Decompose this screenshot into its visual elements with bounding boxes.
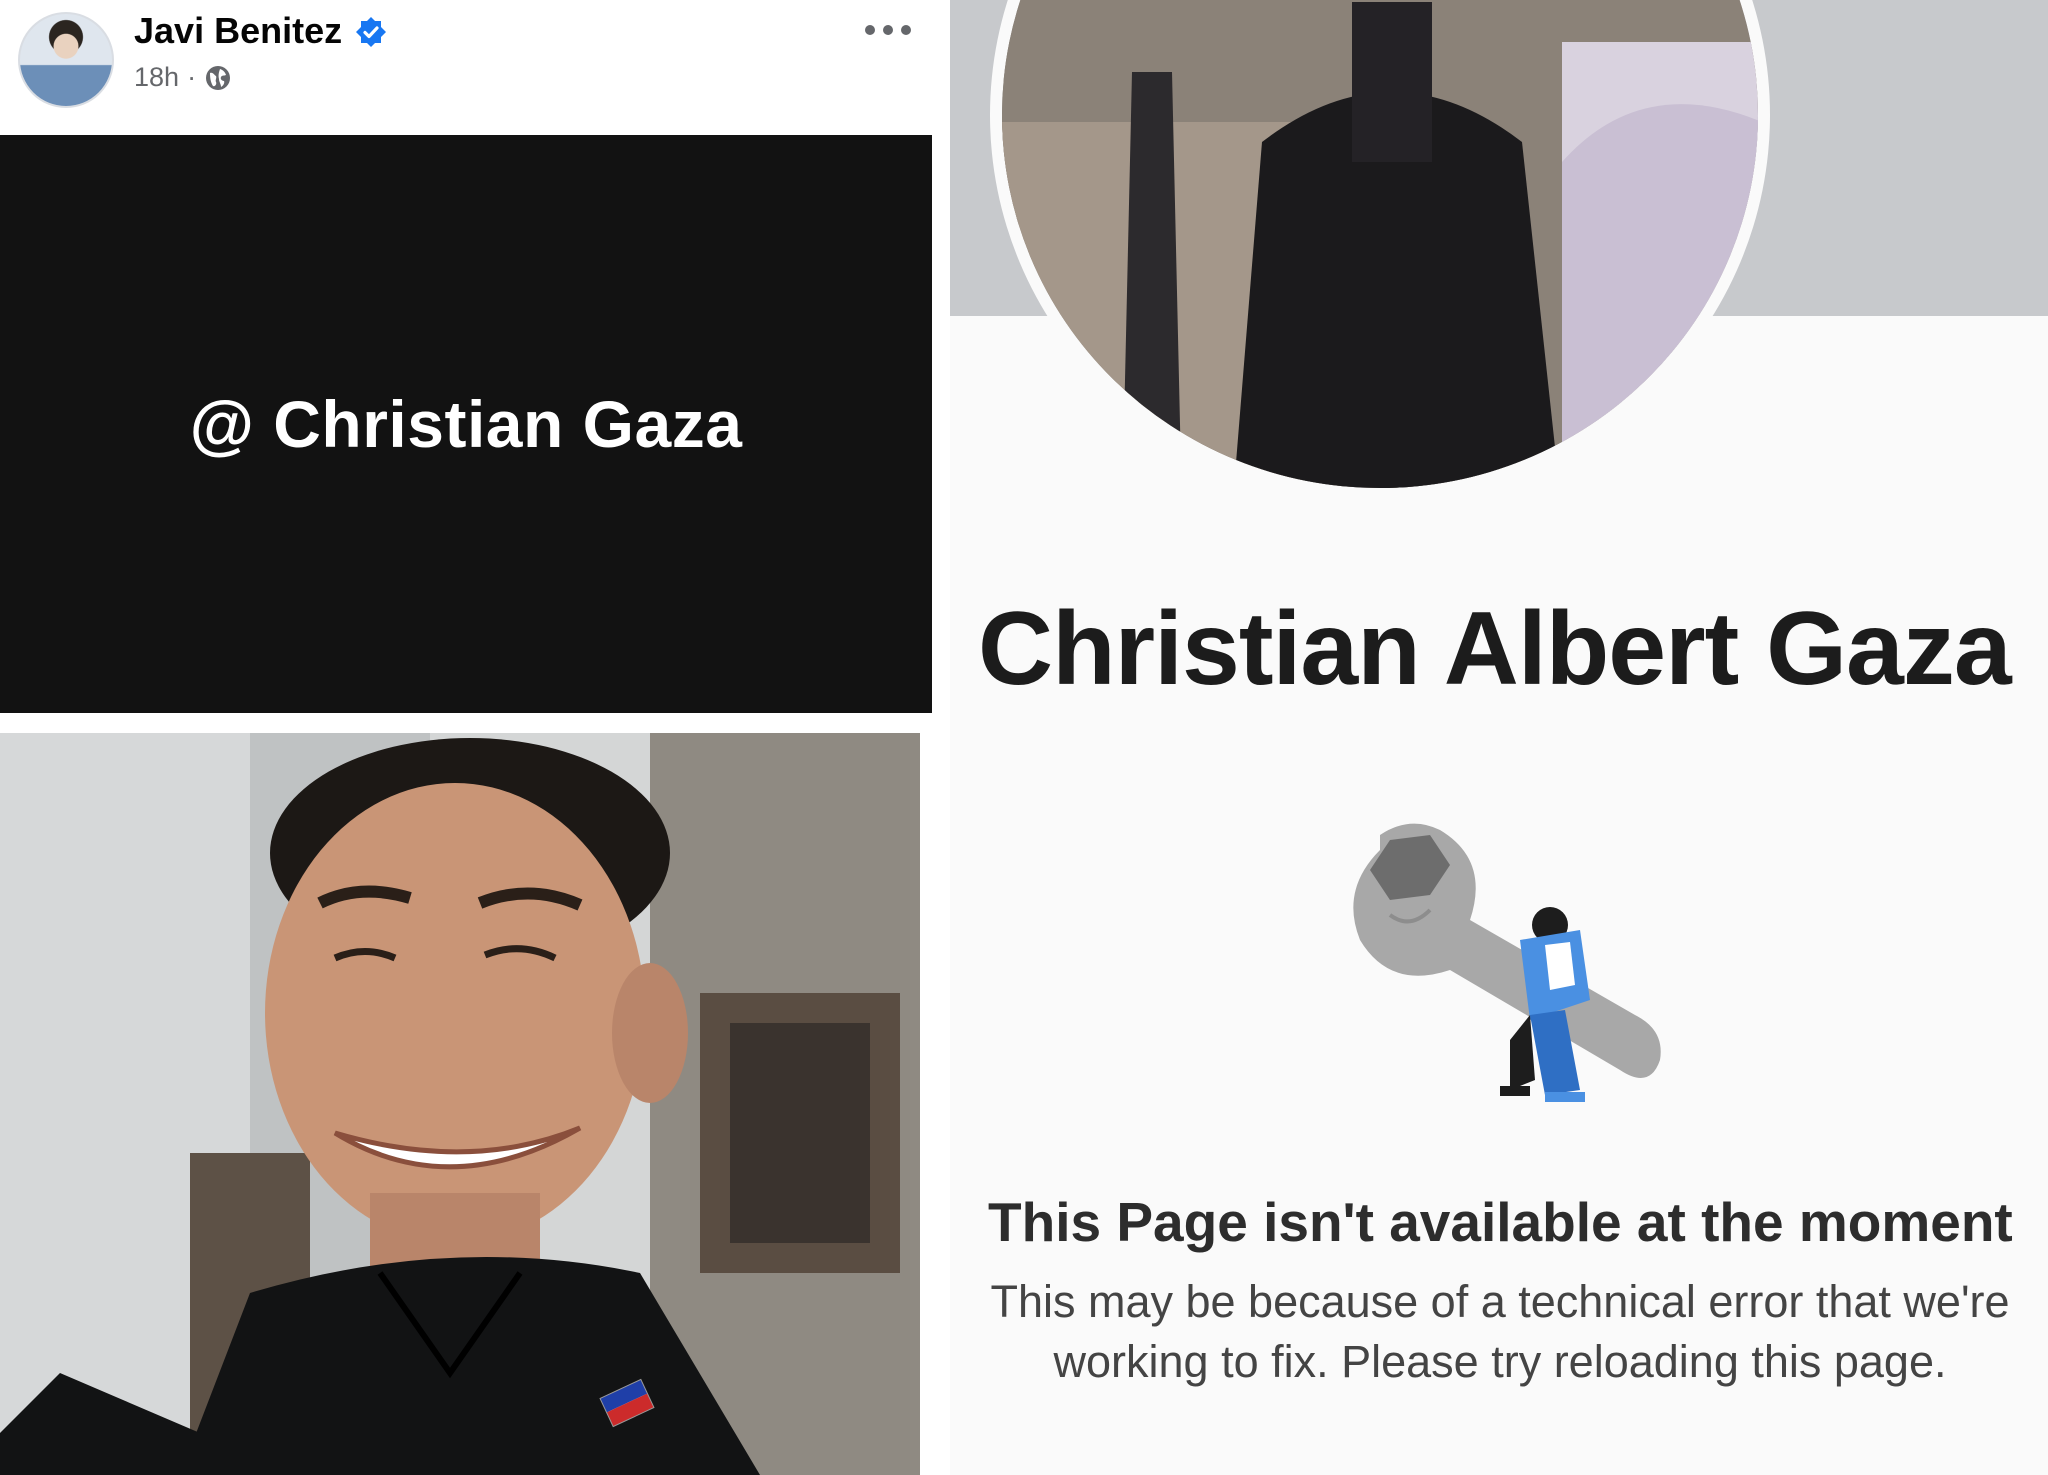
error-message: This may be because of a technical error… (990, 1276, 2010, 1387)
mention-text[interactable]: @ Christian Gaza (190, 386, 743, 462)
more-options-button[interactable] (858, 10, 918, 50)
mention-card: @ Christian Gaza (0, 135, 932, 713)
profile-name: Christian Albert Gaza (978, 591, 2012, 707)
profile-picture[interactable] (990, 0, 1770, 500)
profile-picture-image (1002, 0, 1758, 488)
author-avatar[interactable] (18, 12, 114, 108)
post-photo[interactable] (0, 733, 920, 1475)
more-options-icon (865, 25, 911, 35)
verified-badge-icon (356, 17, 386, 47)
wrench-icon (1353, 823, 1661, 1102)
post-header: Javi Benitez 18h · (0, 0, 944, 135)
meta-separator: · (187, 62, 197, 92)
author-name[interactable]: Javi Benitez (134, 10, 342, 52)
smiling-man-photo (0, 733, 920, 1475)
post-timestamp[interactable]: 18h (134, 62, 179, 93)
profile-screenshot: Christian Albert Gaza This Page isn't av… (950, 0, 2048, 1475)
post-meta: 18h · (134, 62, 232, 93)
globe-icon (206, 65, 231, 90)
error-title: This Page isn't available at the moment (988, 1191, 2013, 1253)
